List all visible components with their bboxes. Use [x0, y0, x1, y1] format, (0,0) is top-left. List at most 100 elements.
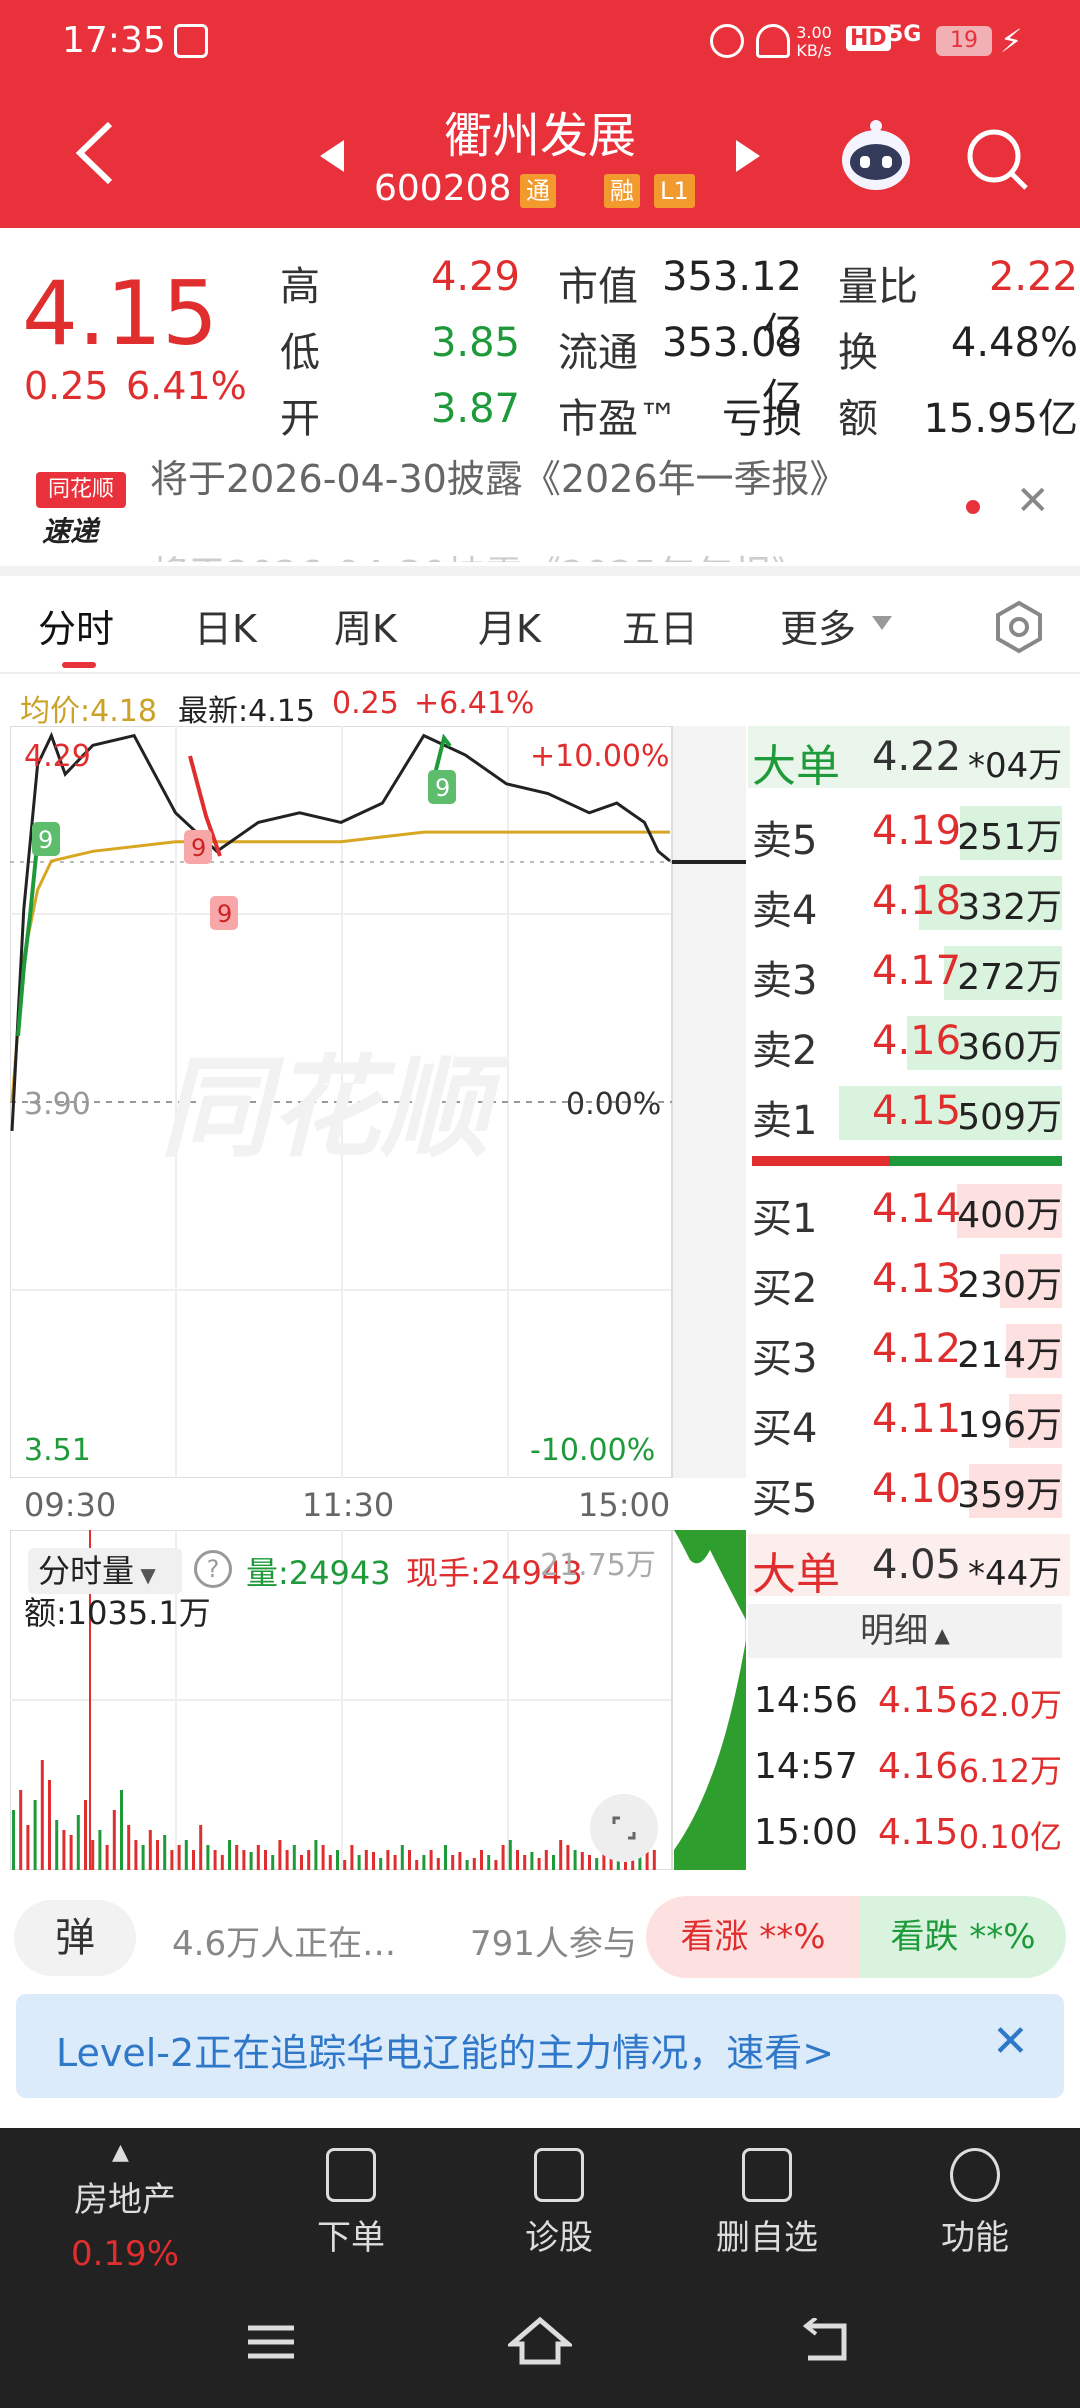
home-icon[interactable]: [508, 2316, 572, 2366]
order-price: 4.15: [872, 1088, 962, 1134]
order-volume: 359万: [957, 1475, 1062, 1516]
volume-bar: [393, 1855, 397, 1870]
remove-icon: [742, 2148, 792, 2202]
ask-row[interactable]: 卖3 4.17 272万: [752, 940, 1062, 1004]
hd-badge: HD: [846, 26, 891, 51]
order-volume: 332万: [957, 887, 1062, 928]
back-nav-icon[interactable]: [798, 2318, 850, 2364]
nav-functions[interactable]: 功能: [900, 2148, 1050, 2259]
order-level-label: 买5: [752, 1476, 818, 1522]
volume-bar: [372, 1852, 375, 1870]
robot-assistant-icon[interactable]: [836, 118, 916, 194]
volume-bar: [465, 1860, 469, 1870]
volume-bar: [415, 1860, 419, 1870]
time-label-open: 09:30: [24, 1486, 117, 1524]
help-icon[interactable]: ?: [194, 1550, 232, 1588]
order-price: 4.11: [872, 1396, 962, 1442]
ask-row[interactable]: 卖4 4.18 332万: [752, 870, 1062, 934]
avg-price: 均价:4.18: [20, 694, 157, 729]
volume-bar: [364, 1850, 368, 1870]
low-value: 3.85: [430, 320, 520, 366]
order-price: 4.13: [872, 1256, 962, 1302]
chevron-down-icon: [872, 616, 892, 630]
header: 17:35 3.00 KB/s HD 5G 19 ⚡ 衢州发展 600208 通…: [0, 0, 1080, 228]
battery-level: 19: [936, 26, 992, 56]
volume-bar: [300, 1855, 303, 1870]
nav-diagnose[interactable]: 诊股: [484, 2148, 634, 2259]
bid-ratio-bar: [890, 1156, 1062, 1166]
bid-row[interactable]: 买2 4.13 230万: [752, 1248, 1062, 1312]
tab-five-day[interactable]: 五日: [622, 598, 698, 653]
next-stock-icon[interactable]: [734, 138, 764, 174]
vote-up-button[interactable]: 看涨 **%: [646, 1896, 860, 1978]
volume-bar: [523, 1855, 527, 1870]
vote-down-button[interactable]: 看跌 **%: [860, 1896, 1066, 1978]
volume-bar: [285, 1850, 289, 1870]
volume-bar: [530, 1852, 534, 1870]
volume-bar: [429, 1850, 433, 1870]
volume-bar: [516, 1850, 519, 1870]
volume-bar: [357, 1855, 361, 1870]
diagnose-icon: [534, 2148, 584, 2202]
volume-bar: [400, 1845, 404, 1870]
volume-bar: [552, 1855, 555, 1870]
vote-down-label: 看跌 **%: [890, 1917, 1036, 1957]
vote-up-label: 看涨 **%: [680, 1917, 826, 1957]
order-level-label: 买2: [752, 1266, 818, 1312]
high-label: 高: [280, 264, 320, 310]
trade-price: 4.15: [878, 1680, 959, 1721]
order-volume: 230万: [957, 1265, 1062, 1306]
ask-row[interactable]: 卖2 4.16 360万: [752, 1010, 1062, 1074]
volume-bar: [69, 1835, 73, 1870]
svg-text:9: 9: [191, 834, 206, 862]
detail-toggle[interactable]: 明细 ▲: [748, 1604, 1062, 1658]
tab-intraday[interactable]: 分时: [38, 598, 114, 653]
volume-bar: [163, 1835, 167, 1870]
sector-name[interactable]: 房地产: [50, 2172, 200, 2221]
intraday-chart[interactable]: 同花顺 9 9 9 9 4.29 +10.00% 3.90 0.00% 3.51…: [10, 726, 746, 1478]
volume-bar: [436, 1858, 440, 1870]
bid-row[interactable]: 买3 4.12 214万: [752, 1318, 1062, 1382]
level2-banner[interactable]: Level-2正在追踪华电辽能的主力情况，速看> ✕: [16, 1994, 1064, 2098]
volume-bar: [76, 1815, 80, 1870]
ask-row[interactable]: 卖1 4.15 509万: [752, 1080, 1062, 1144]
danmu-toggle[interactable]: 弹: [14, 1900, 136, 1976]
volume-selector-label: 分时量: [38, 1552, 135, 1590]
tab-weekly-k[interactable]: 周K: [334, 598, 397, 653]
volume-bar: [480, 1850, 483, 1870]
search-icon[interactable]: [962, 124, 1032, 194]
ask-row[interactable]: 卖5 4.19 251万: [752, 800, 1062, 864]
vol-ratio-label: 量比: [838, 264, 918, 310]
volume-bar: [544, 1850, 548, 1870]
tab-daily-k[interactable]: 日K: [194, 598, 257, 653]
open-label: 开: [280, 396, 320, 442]
volume-bar: [256, 1845, 260, 1870]
volume-bar: [98, 1830, 102, 1870]
mute-icon: [756, 24, 790, 58]
nav-remove-label: 删自选: [716, 2218, 818, 2258]
news-ticker[interactable]: 同花顺 速递 将于2026-04-30披露《2026年一季报》 将于2026-0…: [0, 452, 1080, 562]
tab-more[interactable]: 更多: [780, 598, 856, 653]
order-volume: 400万: [957, 1195, 1062, 1236]
bid-row[interactable]: 买1 4.14 400万: [752, 1178, 1062, 1242]
bid-row[interactable]: 买5 4.10 359万: [752, 1458, 1062, 1522]
banner-close-icon[interactable]: ✕: [992, 2016, 1029, 2067]
volume-bar: [213, 1850, 217, 1870]
chart-change-pct: +6.41%: [414, 686, 535, 721]
news-line-1: 将于2026-04-30披露《2026年一季报》: [150, 457, 848, 501]
trade-amount: 0.10亿: [958, 1818, 1062, 1856]
nav-order[interactable]: 下单: [276, 2148, 426, 2259]
nav-functions-label: 功能: [941, 2218, 1009, 2258]
pct-min-label: -10.00%: [530, 1433, 655, 1468]
bid-row[interactable]: 买4 4.11 196万: [752, 1388, 1062, 1452]
menu-icon[interactable]: [246, 2322, 296, 2362]
volume-bar: [328, 1855, 332, 1870]
tab-monthly-k[interactable]: 月K: [478, 598, 541, 653]
settings-icon[interactable]: [992, 600, 1046, 654]
divider: [0, 672, 1080, 674]
dropdown-icon: ▼: [134, 1563, 156, 1587]
fullscreen-icon[interactable]: [590, 1794, 658, 1862]
mktcap-label: 市值: [558, 264, 638, 310]
nav-remove-watchlist[interactable]: 删自选: [692, 2148, 842, 2259]
news-close-icon[interactable]: ✕: [1016, 478, 1050, 524]
